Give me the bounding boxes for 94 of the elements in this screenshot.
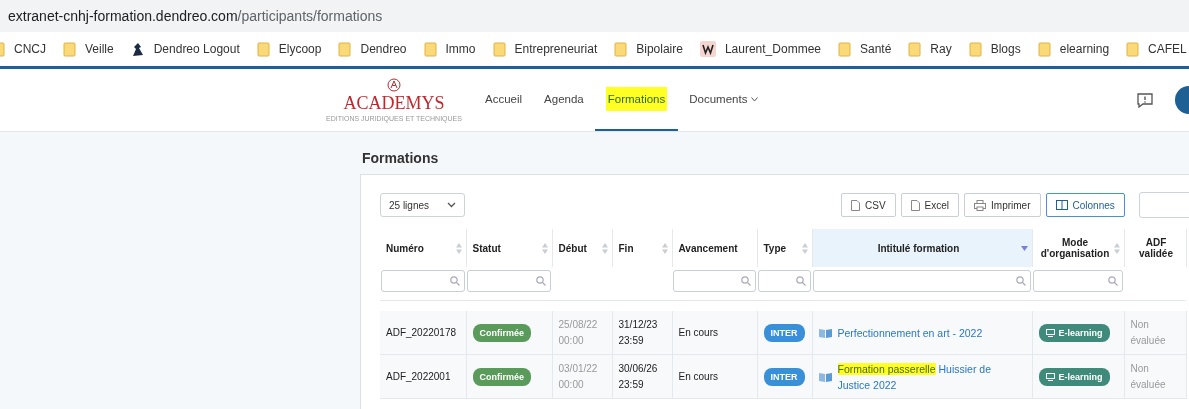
column-header[interactable]: Type: [757, 229, 812, 267]
type-badge: INTER: [763, 367, 805, 386]
feedback-icon[interactable]: [1137, 92, 1153, 108]
search-icon: [450, 276, 460, 286]
search-icon: [796, 276, 806, 286]
nav-tab[interactable]: Formations: [594, 69, 679, 131]
export-button[interactable]: Excel: [900, 193, 960, 217]
table-cell: Non évaluée: [1124, 311, 1186, 355]
bookmark[interactable]: Santé: [838, 41, 892, 57]
nav-tab[interactable]: Agenda: [533, 69, 595, 131]
sort-descending-icon[interactable]: [1020, 245, 1028, 251]
folder-icon: [256, 41, 270, 57]
folder-icon: [423, 41, 437, 57]
file-icon: [910, 199, 920, 211]
filter-field[interactable]: [758, 270, 811, 292]
search-icon: [1108, 276, 1118, 286]
folder-icon: [838, 41, 851, 57]
folder-icon: [908, 41, 922, 57]
mode-badge: E-learning: [1038, 367, 1110, 386]
column-header[interactable]: Statut: [466, 229, 552, 267]
table-cell: ADF_20220178: [380, 311, 466, 355]
favicon-icon: [699, 41, 716, 57]
search-icon: [536, 276, 546, 286]
bookmark[interactable]: Immo: [423, 41, 476, 57]
column-header[interactable]: Avancement: [672, 229, 757, 267]
table-cell: 30/06/26 23:59: [612, 354, 672, 399]
status-badge: Confirmée: [472, 367, 531, 386]
logo-wordmark[interactable]: ACADEMYS: [343, 91, 445, 114]
folder-icon: [1037, 41, 1051, 57]
bookmark[interactable]: CAFEL: [1126, 41, 1187, 57]
bookmark[interactable]: Entrepreneuriat: [492, 41, 598, 57]
status-badge: Confirmée: [472, 323, 531, 342]
page-title: Formations: [362, 150, 440, 166]
bookmark[interactable]: Laurent_Dommee: [699, 41, 821, 57]
sort-icon[interactable]: [455, 242, 462, 254]
book-icon: [818, 327, 832, 338]
search-icon: [1016, 276, 1026, 286]
sort-icon[interactable]: [801, 242, 808, 254]
filter-field[interactable]: [1033, 270, 1123, 292]
file-icon: [851, 199, 861, 211]
logo-emblem-icon: [387, 77, 401, 92]
folder-icon: [338, 41, 352, 57]
sort-icon[interactable]: [1113, 242, 1120, 254]
table-cell: En cours: [672, 354, 757, 399]
bookmark[interactable]: Dendreo: [338, 41, 407, 57]
folder-icon: [492, 41, 506, 57]
bookmark[interactable]: Dendreo Logout: [130, 41, 240, 57]
column-header[interactable]: Fin: [612, 229, 672, 267]
filter-field[interactable]: [381, 270, 465, 292]
column-header[interactable]: ADF validée: [1124, 229, 1186, 267]
column-header[interactable]: Début: [552, 229, 612, 267]
export-button[interactable]: Colonnes: [1045, 193, 1125, 217]
bookmark[interactable]: Ray: [908, 41, 952, 57]
bookmark[interactable]: elearning: [1037, 41, 1110, 57]
folder-icon: [63, 41, 76, 57]
mode-badge: E-learning: [1038, 323, 1110, 342]
table-cell: Non évaluée: [1124, 354, 1186, 399]
chevron-icon: [447, 202, 457, 208]
bookmark[interactable]: Bipolaire: [614, 41, 683, 57]
address-bar-url[interactable]: extranet-cnhj-formation.dendreo.com/participants/formations: [8, 8, 383, 24]
table-cell: 03/01/22 00:00: [552, 354, 612, 399]
type-badge: INTER: [763, 323, 805, 342]
sort-icon[interactable]: [601, 242, 608, 254]
sort-icon[interactable]: [661, 242, 668, 254]
sort-icon[interactable]: [541, 242, 548, 254]
table-cell: 31/12/23 23:59: [612, 311, 672, 355]
search-icon: [741, 276, 751, 286]
export-button[interactable]: CSV: [841, 193, 896, 217]
filter-field[interactable]: [673, 270, 756, 292]
table-cell: 25/08/22 00:00: [552, 311, 612, 355]
monitor-icon: [1045, 372, 1055, 381]
filter-field[interactable]: [813, 270, 1031, 292]
book-icon: [818, 371, 832, 382]
nav-tab[interactable]: Documents: [678, 69, 770, 131]
column-header[interactable]: Intitulé formation: [812, 229, 1032, 267]
caret-icon: [751, 96, 759, 102]
monitor-icon: [1045, 328, 1055, 337]
folder-icon: [968, 41, 982, 57]
nav-tab[interactable]: Accueil: [474, 69, 534, 131]
print-icon: [974, 199, 987, 211]
table-cell: ADF_2022001: [380, 354, 466, 399]
columns-icon: [1055, 200, 1068, 210]
export-button[interactable]: Imprimer: [964, 193, 1041, 217]
figure-icon: [130, 41, 145, 57]
filter-field[interactable]: [467, 270, 551, 292]
bookmark[interactable]: CNCJ: [0, 41, 46, 57]
page-size-select[interactable]: 25 lignes: [380, 193, 466, 217]
bookmark[interactable]: Blogs: [968, 41, 1021, 57]
column-header[interactable]: Mode d'organisation: [1032, 229, 1124, 267]
folder-icon: [614, 41, 628, 57]
bookmark[interactable]: Veille: [63, 41, 114, 57]
table-cell: En cours: [672, 311, 757, 355]
bookmark[interactable]: Elycoop: [256, 41, 322, 57]
folder-icon: [1126, 41, 1140, 57]
